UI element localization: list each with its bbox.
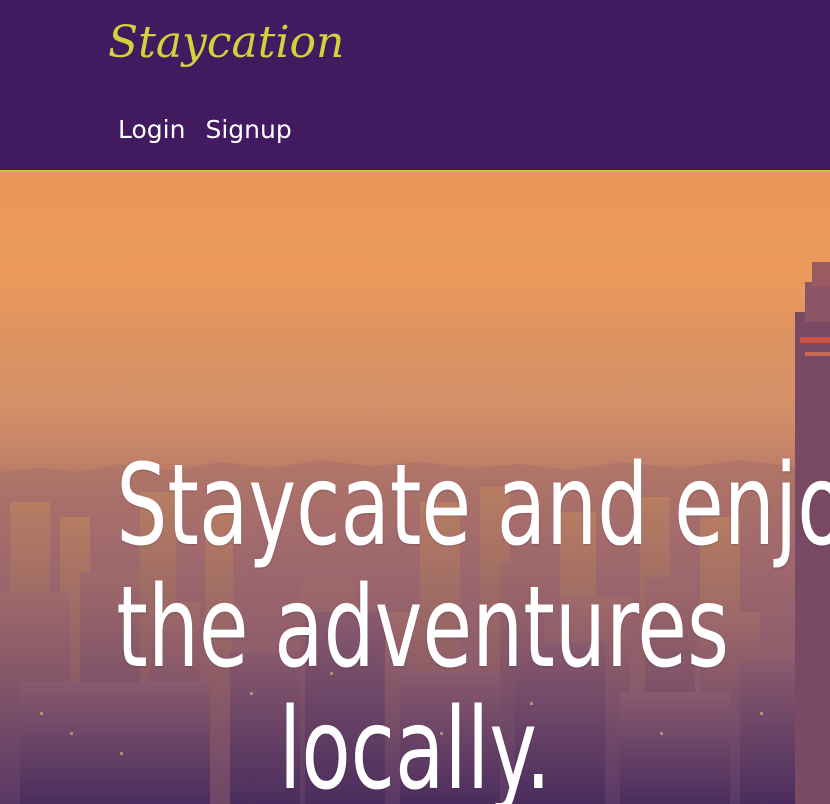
headline-line-2: the adventures (116, 563, 729, 694)
signup-link[interactable]: Signup (205, 114, 291, 146)
hero-headline: Staycate and enjoy the adventures locall… (116, 441, 830, 804)
top-nav: Login Signup (118, 114, 292, 146)
headline-line-1: Staycate and enjoy (116, 441, 830, 572)
brand-logo[interactable]: Staycation (108, 14, 344, 72)
hero-banner: Staycate and enjoy the adventures locall… (0, 172, 830, 804)
site-header: Staycation Login Signup (0, 0, 830, 172)
headline-line-3: locally. (278, 685, 552, 804)
login-link[interactable]: Login (118, 114, 185, 146)
